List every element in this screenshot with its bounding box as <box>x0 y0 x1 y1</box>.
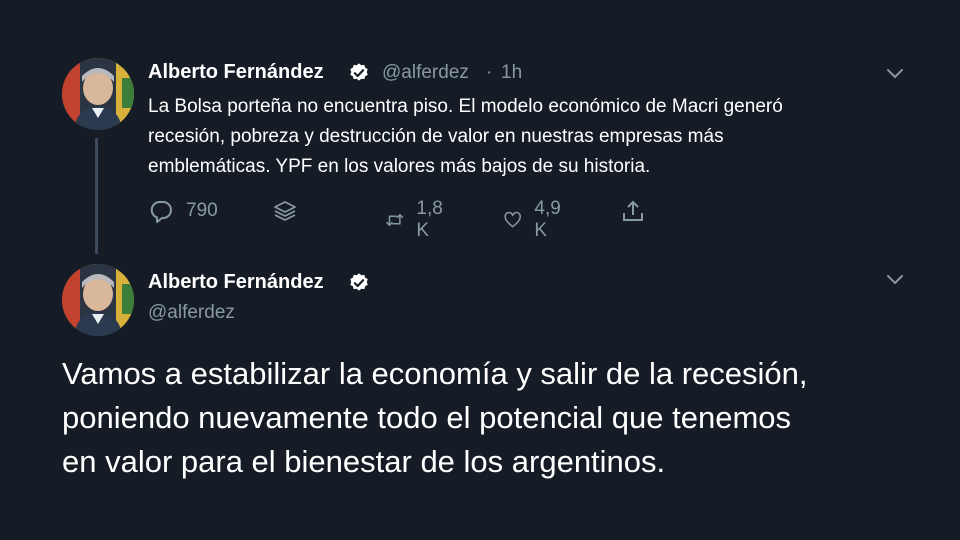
like-count: 4,9 K <box>534 198 561 241</box>
verified-icon <box>350 273 368 291</box>
chevron-down-icon[interactable] <box>885 272 905 286</box>
handle[interactable]: @alferdez <box>148 302 235 324</box>
share-button[interactable] <box>620 198 658 224</box>
retweet-button[interactable]: 1,8 K <box>385 198 449 242</box>
retweet-icon <box>385 213 404 227</box>
like-button[interactable]: 4,9 K <box>503 198 567 242</box>
avatar[interactable] <box>62 58 134 130</box>
display-name[interactable]: Alberto Fernández <box>148 271 324 294</box>
avatar-photo <box>62 264 134 336</box>
handle[interactable]: @alferdez <box>382 62 469 84</box>
tweet-text-line: poniendo nuevamente todo el potencial qu… <box>62 400 792 435</box>
tweet-text-line: emblemáticas. YPF en los valores más baj… <box>148 156 651 177</box>
timestamp[interactable]: 1h <box>501 62 522 84</box>
share-icon <box>623 200 643 221</box>
tweet-text: Vamos a estabilizar la economía y salir … <box>62 352 932 484</box>
tweet-text-line: recesión, pobreza y destrucción de valor… <box>148 126 724 147</box>
thread-line <box>95 138 98 254</box>
avatar-photo <box>62 58 134 130</box>
display-name[interactable]: Alberto Fernández <box>148 61 324 84</box>
chevron-down-icon[interactable] <box>885 66 905 80</box>
retweet-count: 1,8 K <box>416 198 443 241</box>
like-icon <box>504 211 521 228</box>
tweet-text: La Bolsa porteña no encuentra piso. El m… <box>148 92 928 182</box>
tweet-text-line: La Bolsa porteña no encuentra piso. El m… <box>148 96 783 117</box>
thread-layers-button[interactable] <box>272 198 310 224</box>
reply-button[interactable]: 790 <box>148 198 218 224</box>
reply-count: 790 <box>186 200 218 221</box>
layers-icon <box>274 201 296 221</box>
reply-icon <box>150 201 172 223</box>
tweet-text-line: en valor para el bienestar de los argent… <box>62 444 666 479</box>
verified-icon <box>350 63 368 81</box>
separator-dot: · <box>486 62 493 83</box>
avatar[interactable] <box>62 264 134 336</box>
tweet-text-line: Vamos a estabilizar la economía y salir … <box>62 356 808 391</box>
